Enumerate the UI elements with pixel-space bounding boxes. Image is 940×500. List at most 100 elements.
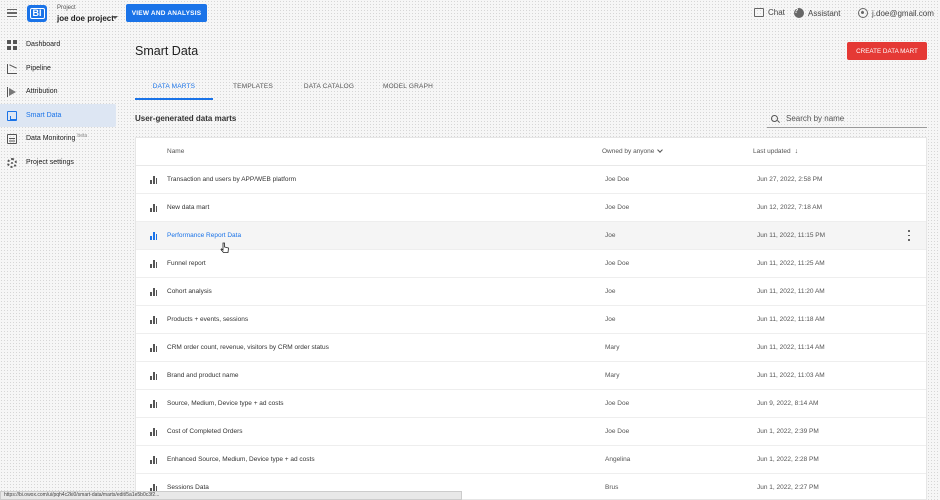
- data-mart-owner: Joe: [605, 316, 616, 323]
- data-mart-owner: Angelina: [605, 456, 631, 463]
- data-mart-name[interactable]: New data mart: [167, 204, 209, 211]
- bar-chart-icon: [150, 232, 158, 240]
- data-mart-name[interactable]: CRM order count, revenue, visitors by CR…: [167, 344, 329, 351]
- data-mart-owner: Joe Doe: [605, 176, 630, 183]
- data-mart-updated: Jun 9, 2022, 8:14 AM: [757, 400, 819, 407]
- data-mart-name[interactable]: Enhanced Source, Medium, Device type + a…: [167, 456, 315, 463]
- sidebar-item-label: Pipeline: [26, 64, 51, 72]
- sidebar-item-label: Attribution: [26, 88, 58, 96]
- search-input[interactable]: [786, 114, 916, 123]
- user-menu[interactable]: j.doe@gmail.com: [858, 8, 934, 18]
- sidebar-item-pipeline[interactable]: Pipeline: [0, 57, 116, 81]
- bar-chart-icon: [150, 428, 158, 436]
- assistant-button[interactable]: ? Assistant: [794, 8, 840, 18]
- table-row[interactable]: Cost of Completed Orders Joe Doe Jun 1, 20…: [136, 418, 926, 446]
- sidebar-item-smart-data[interactable]: Smart Data: [0, 103, 116, 127]
- data-mart-updated: Jun 11, 2022, 11:25 AM: [757, 260, 825, 267]
- bar-chart-icon: [150, 260, 158, 268]
- status-bar-url: https://bi.owox.com/ui/pqh4c2ki0/smart-d…: [0, 491, 462, 500]
- column-header-name[interactable]: Name: [167, 148, 184, 155]
- data-mart-updated: Jun 12, 2022, 7:18 AM: [757, 204, 823, 211]
- data-mart-updated: Jun 11, 2022, 11:20 AM: [757, 288, 825, 295]
- data-mart-name[interactable]: Cost of Completed Orders: [167, 428, 243, 435]
- search-box[interactable]: [767, 110, 927, 128]
- logo[interactable]: BI: [27, 5, 47, 22]
- view-and-analysis-button[interactable]: VIEW AND ANALYSIS: [126, 4, 207, 22]
- chat-label: Chat: [768, 8, 785, 17]
- sidebar-item-project-settings[interactable]: Project settings: [0, 151, 116, 175]
- chevron-down-icon: [657, 147, 664, 153]
- beta-badge: beta: [77, 132, 88, 139]
- column-header-owner: Owned by anyone: [602, 148, 655, 155]
- data-mart-name[interactable]: Funnel report: [167, 260, 206, 267]
- bar-chart-icon: [150, 176, 158, 184]
- data-mart-name[interactable]: Cohort analysis: [167, 288, 212, 295]
- tab-data-catalog[interactable]: DATA CATALOG: [293, 78, 365, 100]
- bar-chart-icon: [150, 288, 158, 296]
- sidebar-item-label: Smart Data: [26, 111, 62, 119]
- data-mart-name[interactable]: Source, Medium, Device type + ad costs: [167, 400, 284, 407]
- data-mart-updated: Jun 27, 2022, 2:58 PM: [757, 176, 823, 183]
- project-name[interactable]: joe doe project: [57, 14, 114, 23]
- gear-icon: [7, 157, 17, 168]
- sidebar-item-data-monitoring[interactable]: Data Monitoring beta: [0, 127, 116, 151]
- tab-model-graph[interactable]: MODEL GRAPH: [365, 78, 451, 100]
- sort-arrow-down-icon: ↓: [794, 148, 799, 155]
- logo-text: BI: [29, 8, 45, 19]
- sidebar-item-label: Dashboard: [26, 41, 61, 49]
- data-mart-owner: Joe Doe: [605, 428, 630, 435]
- data-mart-name[interactable]: Products + events, sessions: [167, 316, 248, 323]
- bar-chart-icon: [150, 204, 158, 212]
- tab-templates[interactable]: TEMPLATES: [213, 78, 293, 100]
- table-header: Name Owned by anyone Last updated ↓: [136, 138, 926, 166]
- data-mart-updated: Jun 1, 2022, 2:39 PM: [757, 428, 819, 435]
- chat-icon: [754, 8, 764, 17]
- data-mart-updated: Jun 1, 2022, 2:28 PM: [757, 456, 819, 463]
- tab-data-marts[interactable]: DATA MARTS: [135, 78, 213, 100]
- assistant-label: Assistant: [808, 8, 841, 18]
- table-row[interactable]: Transaction and users by APP/WEB platfor…: [136, 166, 926, 194]
- top-bar: BI Project joe doe project VIEW AND ANAL…: [0, 0, 940, 27]
- more-options-icon[interactable]: [906, 230, 912, 241]
- user-email: j.doe@gmail.com: [872, 8, 934, 18]
- data-mart-updated: Jun 11, 2022, 11:15 PM: [757, 232, 826, 239]
- sidebar-item-label: Project settings: [26, 158, 74, 166]
- project-label: Project: [57, 5, 76, 11]
- chevron-down-icon[interactable]: [112, 16, 118, 19]
- search-icon: [771, 115, 778, 122]
- data-mart-name[interactable]: Brand and product name: [167, 372, 239, 379]
- data-mart-owner: Mary: [605, 344, 620, 351]
- bar-chart-icon: [150, 344, 158, 352]
- data-mart-owner: Joe Doe: [605, 400, 630, 407]
- data-mart-updated: Jun 11, 2022, 11:18 AM: [757, 316, 825, 323]
- bar-chart-icon: [150, 400, 158, 408]
- table-row[interactable]: Performance Report Data Joe Jun 11, 2022, …: [136, 222, 926, 250]
- data-mart-owner: Mary: [605, 372, 620, 379]
- chat-button[interactable]: Chat: [754, 8, 785, 17]
- table-row[interactable]: Cohort analysis Joe Jun 11, 2022, 11:20 AM: [136, 278, 926, 306]
- dashboard-icon: [7, 40, 17, 50]
- sidebar-item-dashboard[interactable]: Dashboard: [0, 33, 116, 57]
- create-data-mart-button[interactable]: CREATE DATA MART: [847, 42, 927, 60]
- table-row[interactable]: Funnel report Joe Doe Jun 11, 2022, 11:25 …: [136, 250, 926, 278]
- table-body: Transaction and users by APP/WEB platfor…: [136, 166, 926, 500]
- data-mart-owner: Joe Doe: [605, 260, 630, 267]
- table-row[interactable]: Enhanced Source, Medium, Device type + a…: [136, 446, 926, 474]
- tabs: DATA MARTS TEMPLATES DATA CATALOG MODEL …: [135, 78, 451, 100]
- column-header-updated[interactable]: Last updated ↓: [753, 148, 798, 155]
- sidebar-item-attribution[interactable]: Attribution: [0, 80, 116, 104]
- owner-filter[interactable]: Owned by anyone: [602, 147, 664, 155]
- table-row[interactable]: Brand and product name Mary Jun 11, 2022, …: [136, 362, 926, 390]
- data-mart-name[interactable]: Sessions Data: [167, 484, 209, 491]
- section-title: User-generated data marts: [135, 114, 237, 123]
- data-mart-updated: Jun 1, 2022, 2:27 PM: [757, 484, 819, 491]
- table-row[interactable]: Source, Medium, Device type + ad costs Jo…: [136, 390, 926, 418]
- data-mart-name[interactable]: Transaction and users by APP/WEB platfor…: [167, 176, 296, 183]
- bar-chart-icon: [150, 316, 158, 324]
- data-mart-owner: Joe: [605, 232, 616, 239]
- table-row[interactable]: Products + events, sessions Joe Jun 11, 20…: [136, 306, 926, 334]
- table-row[interactable]: CRM order count, revenue, visitors by CR…: [136, 334, 926, 362]
- data-mart-name[interactable]: Performance Report Data: [167, 232, 241, 239]
- table-row[interactable]: New data mart Joe Doe Jun 12, 2022, 7:18 A…: [136, 194, 926, 222]
- menu-icon[interactable]: [7, 9, 17, 18]
